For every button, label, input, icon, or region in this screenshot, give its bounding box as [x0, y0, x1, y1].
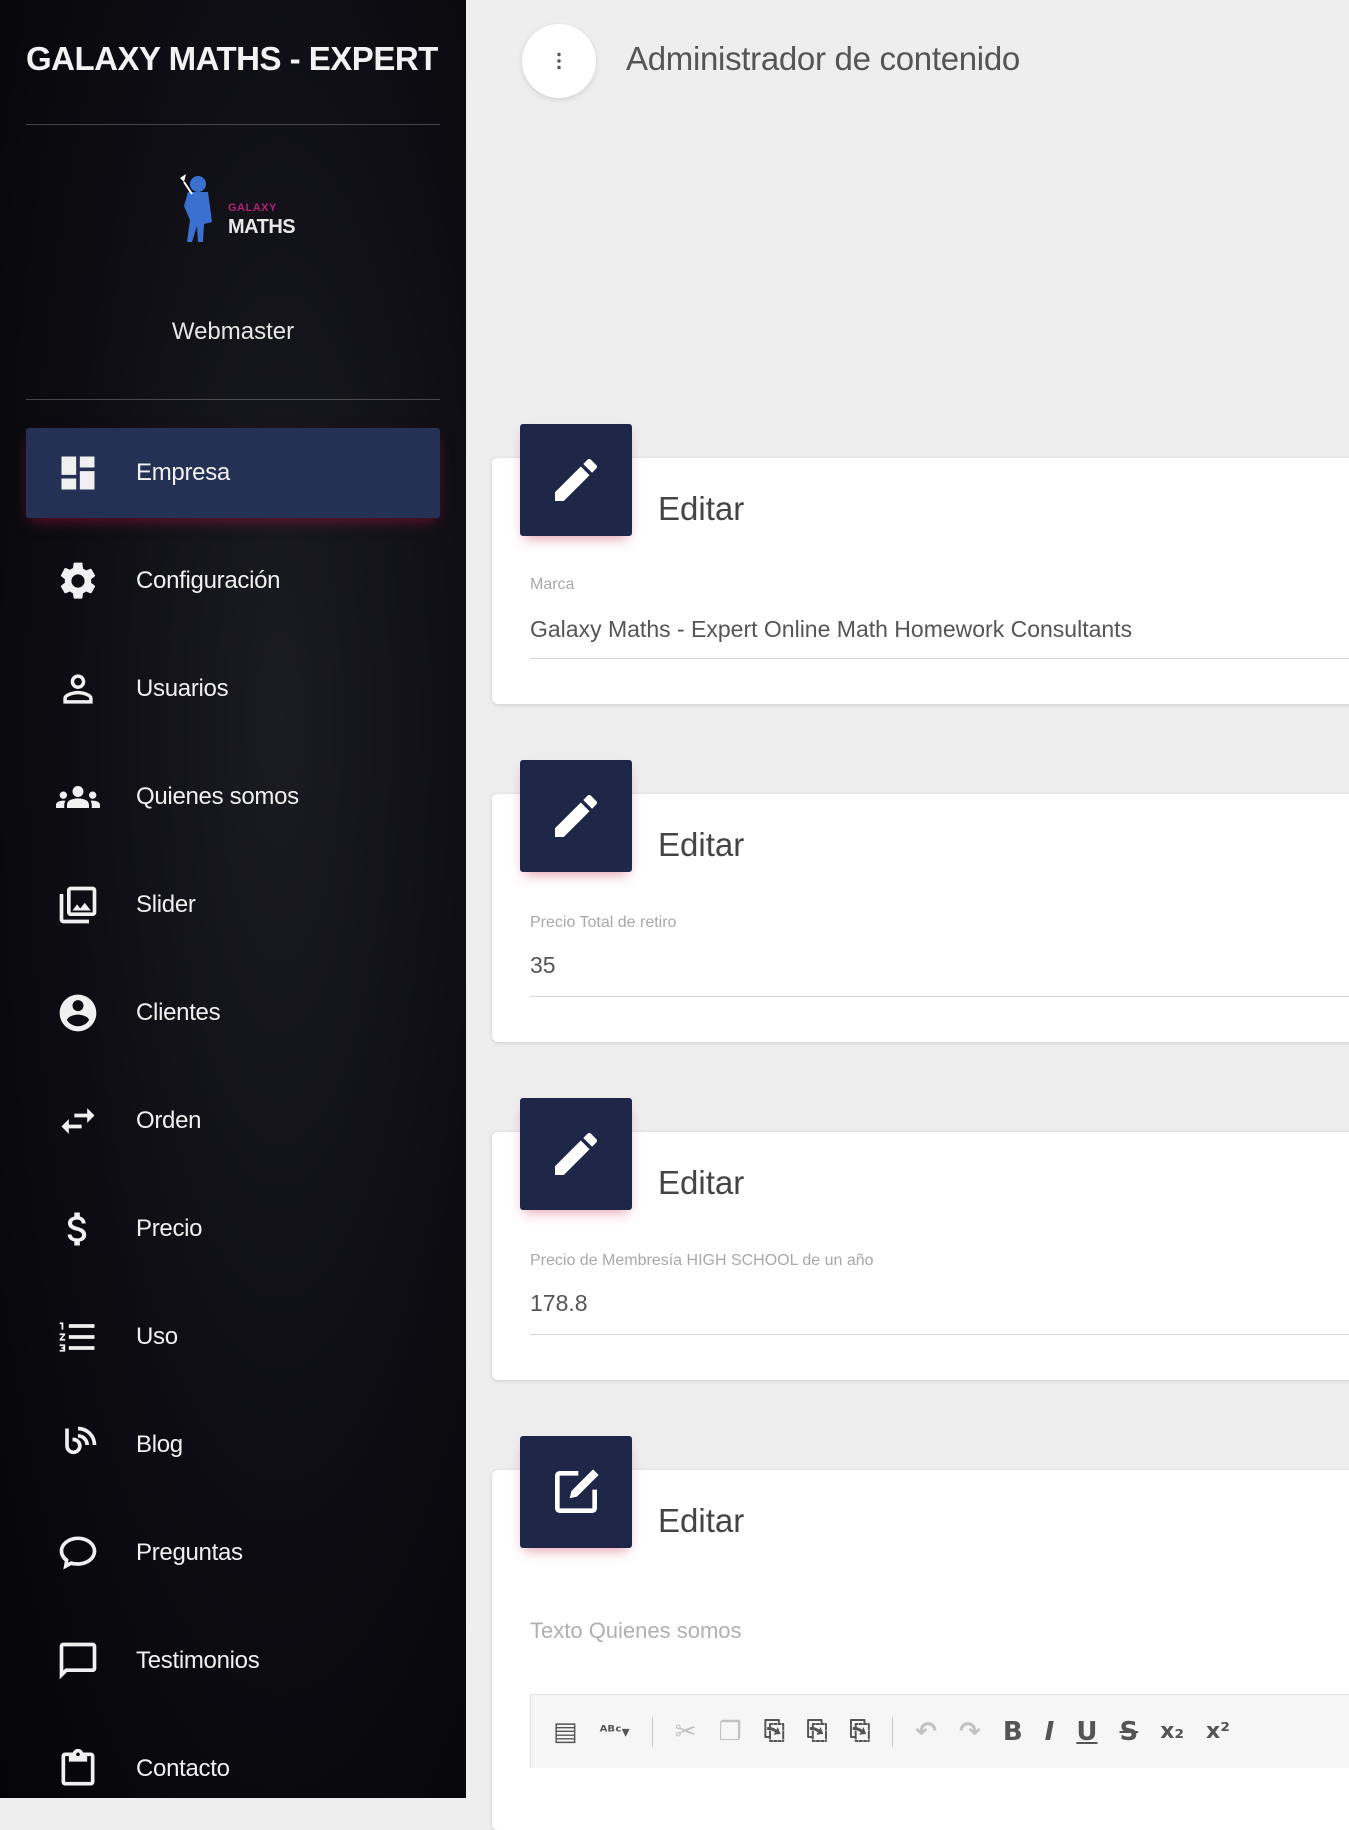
source-button[interactable]: ▤	[553, 1717, 578, 1747]
username[interactable]: Webmaster	[0, 318, 466, 346]
chat-bubble-icon	[50, 1525, 106, 1581]
toolbar-separator	[892, 1716, 894, 1747]
page-title: Administrador de contenido	[626, 40, 1020, 77]
sidebar-item-label: Usuarios	[136, 675, 229, 702]
sidebar-item-label: Orden	[136, 1107, 202, 1134]
sidebar-item-quienes-somos[interactable]: Quienes somos	[26, 752, 440, 842]
sidebar-item-label: Testimonios	[136, 1647, 260, 1674]
sidebar-item-configuracion[interactable]: Configuración	[26, 536, 440, 626]
strike-button[interactable]: S	[1119, 1717, 1138, 1747]
dashboard-icon	[50, 445, 106, 501]
sidebar-item-usuarios[interactable]: Usuarios	[26, 644, 440, 734]
sidebar-item-label: Quienes somos	[136, 783, 299, 810]
dollar-icon	[50, 1201, 106, 1257]
card-title: Editar	[658, 1164, 745, 1201]
group-icon	[50, 769, 106, 825]
vertical-dots-icon	[557, 52, 561, 70]
sidebar-item-label: Empresa	[136, 459, 230, 486]
field-label: Marca	[530, 576, 575, 593]
superscript-button[interactable]: x²	[1206, 1719, 1230, 1744]
paste-word-button[interactable]: ⎘	[849, 1716, 870, 1747]
sidebar-item-uso[interactable]: Uso	[26, 1292, 440, 1382]
sidebar-item-label: Configuración	[136, 567, 281, 594]
blog-icon	[50, 1417, 106, 1473]
sidebar-item-label: Preguntas	[136, 1539, 243, 1566]
membresia-field[interactable]: 178.8	[530, 1290, 588, 1317]
paste-text-button[interactable]: ⎘	[807, 1716, 828, 1747]
numbered-list-icon	[50, 1309, 106, 1365]
sidebar-item-label: Precio	[136, 1215, 203, 1242]
sidebar-nav: Empresa Configuración Usuarios Quienes s…	[26, 428, 440, 1798]
gear-icon	[50, 553, 106, 609]
editor-toolbar: ▤ ᴬᴮᶜ▾ ✂ ❐ ⎘ ⎘ ⎘ ↶ ↷ B I U S x₂ x²	[530, 1694, 1349, 1768]
logo[interactable]: GALAXY MATHS	[170, 172, 310, 246]
more-options-button[interactable]	[522, 24, 596, 98]
sidebar-item-preguntas[interactable]: Preguntas	[26, 1508, 440, 1598]
undo-button[interactable]: ↶	[915, 1717, 937, 1747]
brand-title[interactable]: GALAXY MATHS - EXPERT ONLINE MATH HOMEWO…	[26, 40, 440, 78]
cut-button[interactable]: ✂	[675, 1717, 697, 1747]
spellcheck-button[interactable]: ᴬᴮᶜ▾	[600, 1722, 630, 1741]
editor-label: Texto Quienes somos	[530, 1618, 742, 1643]
pencil-icon	[520, 1098, 632, 1210]
card-title: Editar	[658, 826, 745, 863]
edit-square-icon	[520, 1436, 632, 1548]
marca-field[interactable]: Galaxy Maths - Expert Online Math Homewo…	[530, 616, 1132, 643]
pencil-icon	[520, 424, 632, 536]
paste-button[interactable]: ⎘	[764, 1716, 785, 1747]
sidebar-divider	[26, 399, 440, 400]
account-circle-icon	[50, 985, 106, 1041]
user-icon	[50, 661, 106, 717]
sidebar-item-label: Uso	[136, 1323, 178, 1350]
images-icon	[50, 877, 106, 933]
card-title: Editar	[658, 490, 745, 527]
sidebar-item-precio[interactable]: Precio	[26, 1184, 440, 1274]
subscript-button[interactable]: x₂	[1160, 1719, 1184, 1744]
field-underline	[530, 996, 1349, 997]
redo-button[interactable]: ↷	[959, 1717, 981, 1747]
logo-small-text: GALAXY	[228, 202, 277, 214]
sidebar-item-label: Blog	[136, 1431, 183, 1458]
underline-button[interactable]: U	[1076, 1717, 1097, 1747]
precio-retiro-field[interactable]: 35	[530, 952, 556, 979]
field-underline	[530, 1334, 1349, 1335]
sidebar-item-label: Clientes	[136, 999, 221, 1026]
comment-icon	[50, 1633, 106, 1689]
sidebar-item-slider[interactable]: Slider	[26, 860, 440, 950]
edit-card-quienes-somos: Editar Texto Quienes somos ▤ ᴬᴮᶜ▾ ✂ ❐ ⎘ …	[492, 1436, 1349, 1830]
pencil-icon	[520, 760, 632, 872]
field-label: Precio de Membresía HIGH SCHOOL de un añ…	[530, 1252, 874, 1269]
logo-text: MATHS	[228, 216, 296, 238]
sidebar-item-label: Slider	[136, 891, 196, 918]
italic-button[interactable]: I	[1045, 1717, 1055, 1747]
sidebar-item-blog[interactable]: Blog	[26, 1400, 440, 1490]
astronaut-logo-icon	[180, 174, 212, 242]
clipboard-icon	[50, 1741, 106, 1797]
edit-card-membresia: Editar Precio de Membresía HIGH SCHOOL d…	[492, 1098, 1349, 1380]
edit-card-precio-retiro: Editar Precio Total de retiro 35	[492, 760, 1349, 1042]
sidebar-item-empresa[interactable]: Empresa	[26, 428, 440, 518]
sidebar: GALAXY MATHS - EXPERT ONLINE MATH HOMEWO…	[0, 0, 466, 1798]
sidebar-item-clientes[interactable]: Clientes	[26, 968, 440, 1058]
field-label: Precio Total de retiro	[530, 914, 677, 931]
sidebar-item-orden[interactable]: Orden	[26, 1076, 440, 1166]
swap-arrows-icon	[50, 1093, 106, 1149]
card-title: Editar	[658, 1502, 745, 1539]
sidebar-item-contacto[interactable]: Contacto	[26, 1724, 440, 1798]
edit-card-marca: Editar Marca Galaxy Maths - Expert Onlin…	[492, 424, 1349, 704]
field-underline	[530, 658, 1349, 659]
toolbar-separator	[651, 1716, 653, 1747]
bold-button[interactable]: B	[1003, 1717, 1023, 1747]
copy-button[interactable]: ❐	[719, 1717, 742, 1747]
sidebar-divider	[26, 124, 440, 125]
sidebar-item-label: Contacto	[136, 1755, 230, 1782]
sidebar-item-testimonios[interactable]: Testimonios	[26, 1616, 440, 1706]
